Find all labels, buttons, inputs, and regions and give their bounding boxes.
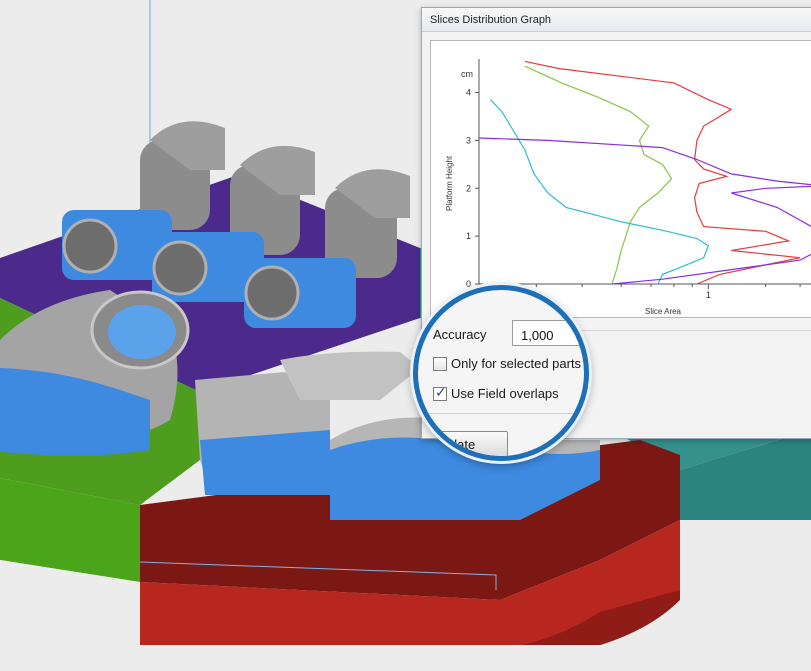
- accuracy-label: Accuracy: [433, 327, 487, 342]
- y-axis-unit: cm: [461, 69, 473, 79]
- dialog-title: Slices Distribution Graph: [422, 8, 811, 32]
- y-tick-label: 1: [466, 231, 471, 241]
- y-tick-label: 0: [466, 279, 471, 289]
- x-axis-label: Slice Area: [645, 307, 682, 316]
- x-tick-label: 1: [706, 290, 711, 300]
- series-line-2: [524, 65, 673, 285]
- only-selected-label: Only for selected parts: [451, 356, 582, 371]
- only-selected-checkbox[interactable]: [433, 357, 447, 371]
- slices-distribution-chart: 0 1 2 3 4 1 Platform Height cm Slice Area: [445, 59, 811, 316]
- y-tick-label: 4: [466, 88, 471, 98]
- use-field-overlaps-checkbox[interactable]: [433, 385, 447, 401]
- y-axis-label: Platform Height: [445, 155, 454, 211]
- y-tick-label: 3: [466, 135, 471, 145]
- y-tick-label: 2: [466, 183, 471, 193]
- series-line-1: [524, 60, 801, 285]
- series-line-3: [490, 99, 710, 285]
- use-field-overlaps-label: Use Field overlaps: [451, 386, 559, 401]
- graph-panel: 0 1 2 3 4 1 Platform Height cm Slice Area: [430, 40, 811, 318]
- lens-separator: [418, 413, 584, 414]
- calculate-button[interactable]: Calculate: [424, 431, 508, 456]
- magnifier-lens: Accuracy Only for selected parts Use Fie…: [413, 285, 589, 461]
- platform-base-floor: [0, 645, 811, 671]
- accuracy-input[interactable]: [512, 320, 584, 346]
